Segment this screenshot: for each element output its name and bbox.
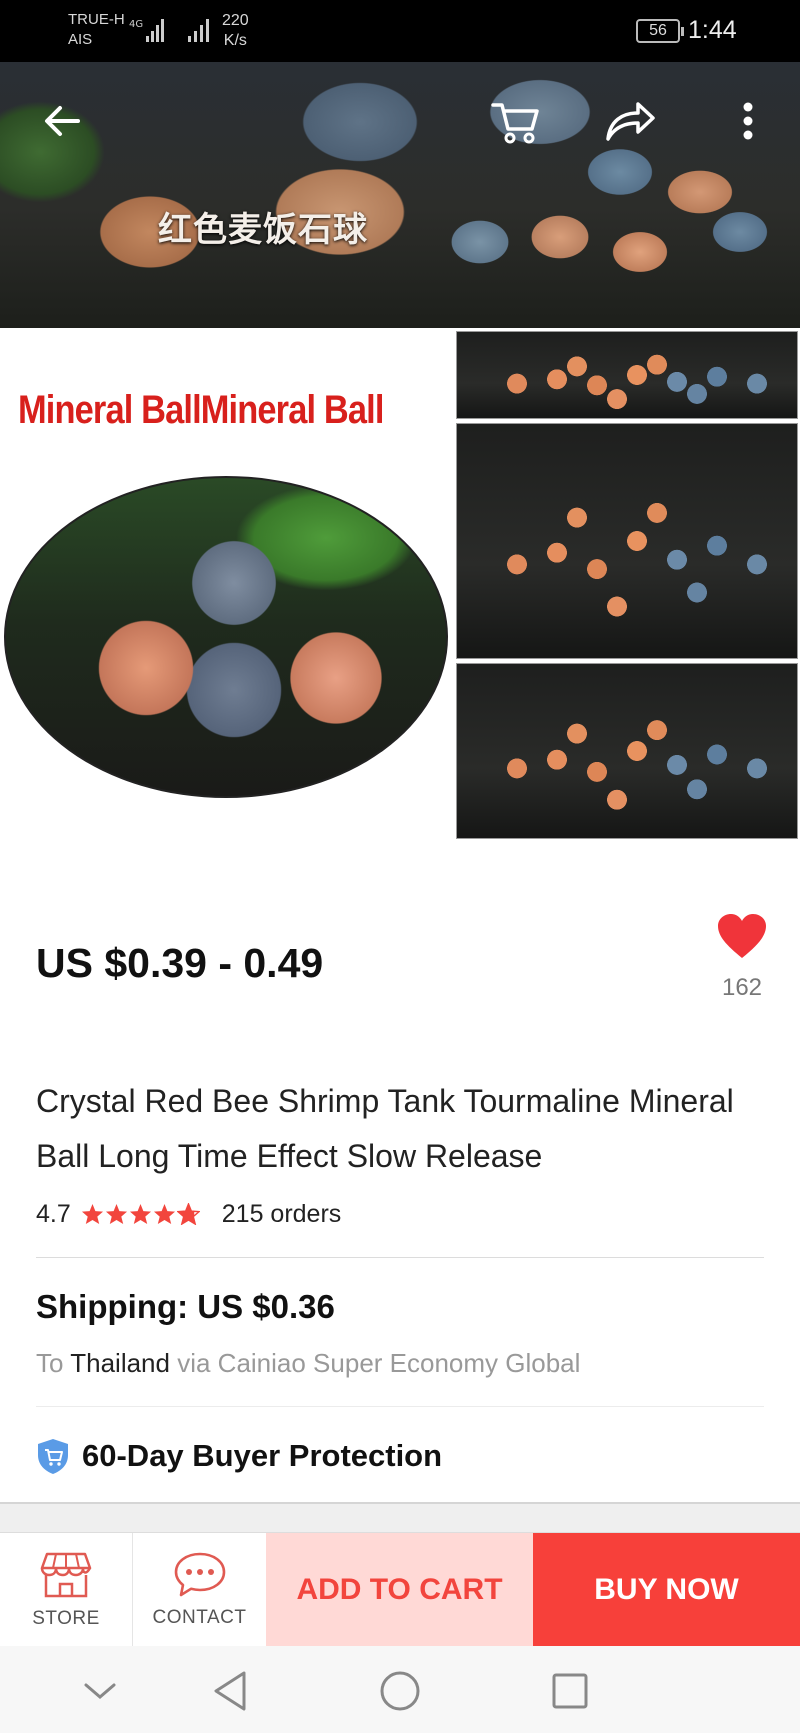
- clock: 1:44: [688, 16, 737, 44]
- chat-bubble-icon: [174, 1552, 225, 1597]
- contact-button[interactable]: CONTACT: [133, 1533, 266, 1647]
- price: US $0.39 - 0.49: [36, 940, 324, 986]
- star-half-icon: [176, 1203, 200, 1225]
- shipping-cost[interactable]: Shipping: US $0.36: [36, 1288, 335, 1326]
- wishlist-button[interactable]: [716, 912, 768, 960]
- rating-value: 4.7: [36, 1199, 71, 1228]
- system-navigation-bar: [0, 1646, 800, 1733]
- heart-icon: [718, 914, 766, 958]
- collage-photo-2: [456, 423, 798, 659]
- nav-collapse-button[interactable]: [75, 1666, 125, 1716]
- buyer-protection-row[interactable]: 60-Day Buyer Protection: [36, 1436, 442, 1476]
- cart-icon: [491, 103, 539, 144]
- battery-icon: 56: [636, 19, 684, 43]
- shipping-details[interactable]: To Thailand via Cainiao Super Economy Gl…: [36, 1348, 580, 1379]
- collage-photo-3: [456, 663, 798, 839]
- store-icon: [40, 1552, 92, 1598]
- network-speed-unit: K/s: [223, 32, 247, 49]
- nav-back-button[interactable]: [205, 1666, 255, 1716]
- back-arrow-icon: [45, 106, 80, 136]
- nav-home-button[interactable]: [375, 1666, 425, 1716]
- shipping-to-prefix: To: [36, 1348, 64, 1378]
- divider: [36, 1406, 764, 1407]
- more-options-button[interactable]: [720, 93, 776, 149]
- collage-title: Mineral BallMineral Ball: [18, 388, 384, 432]
- add-to-cart-button[interactable]: ADD TO CART: [266, 1533, 533, 1647]
- shield-cart-icon: [38, 1439, 68, 1474]
- triangle-back-icon: [214, 1671, 246, 1711]
- share-icon: [606, 102, 655, 141]
- star-icon: [81, 1203, 103, 1225]
- chevron-down-icon: [84, 1683, 116, 1699]
- store-label: STORE: [32, 1608, 100, 1629]
- star-icon: [153, 1203, 175, 1225]
- signal-icon: [188, 19, 209, 42]
- star-icon: [129, 1203, 151, 1225]
- back-button[interactable]: [34, 93, 90, 149]
- network-speed: 220 K/s: [222, 11, 249, 51]
- nav-recents-button[interactable]: [545, 1666, 595, 1716]
- divider: [36, 1257, 764, 1258]
- rating-row[interactable]: 4.7 215 orders: [36, 1198, 341, 1230]
- shipping-destination: Thailand: [70, 1348, 170, 1378]
- product-image-collage[interactable]: Mineral BallMineral Ball: [0, 328, 800, 842]
- wishlist-count: 162: [721, 974, 763, 1001]
- rating-stars: [81, 1203, 200, 1225]
- status-bar: TRUE-H AIS 4G 220 K/s 56 1:44: [0, 0, 800, 62]
- section-separator: [0, 1502, 800, 1532]
- product-title: Crystal Red Bee Shrimp Tank Tourmaline M…: [36, 1083, 734, 1174]
- hero-product-image[interactable]: 红色麦饭石球: [0, 62, 800, 328]
- shipping-method: via Cainiao Super Economy Global: [177, 1348, 581, 1378]
- carrier-info: TRUE-H AIS: [68, 10, 125, 50]
- product-detail-screen: TRUE-H AIS 4G 220 K/s 56 1:44 红色麦饭石球 Min…: [0, 0, 800, 1733]
- hero-overlay-text: 红色麦饭石球: [158, 211, 368, 249]
- buy-now-button[interactable]: BUY NOW: [533, 1533, 800, 1647]
- buyer-protection-label: 60-Day Buyer Protection: [82, 1438, 443, 1473]
- collage-photo-1: [456, 331, 798, 419]
- star-icon: [105, 1203, 127, 1225]
- network-speed-value: 220: [222, 12, 249, 29]
- more-vertical-icon: [743, 102, 753, 140]
- contact-label: CONTACT: [152, 1607, 247, 1628]
- orders-count: 215 orders: [221, 1199, 342, 1228]
- carrier-name-2: AIS: [68, 31, 93, 48]
- carrier-name-1: TRUE-H: [68, 11, 125, 28]
- bottom-action-bar: STORE CONTACT ADD TO CART BUY NOW: [0, 1532, 800, 1647]
- share-button[interactable]: [602, 93, 658, 149]
- mineral-ball-oval-photo: [4, 476, 448, 798]
- signal-4g-icon: 4G: [129, 19, 164, 42]
- network-type-label: 4G: [129, 19, 143, 30]
- circle-home-icon: [380, 1671, 420, 1711]
- square-recents-icon: [552, 1673, 588, 1709]
- store-button[interactable]: STORE: [0, 1533, 133, 1647]
- cart-button[interactable]: [488, 93, 544, 149]
